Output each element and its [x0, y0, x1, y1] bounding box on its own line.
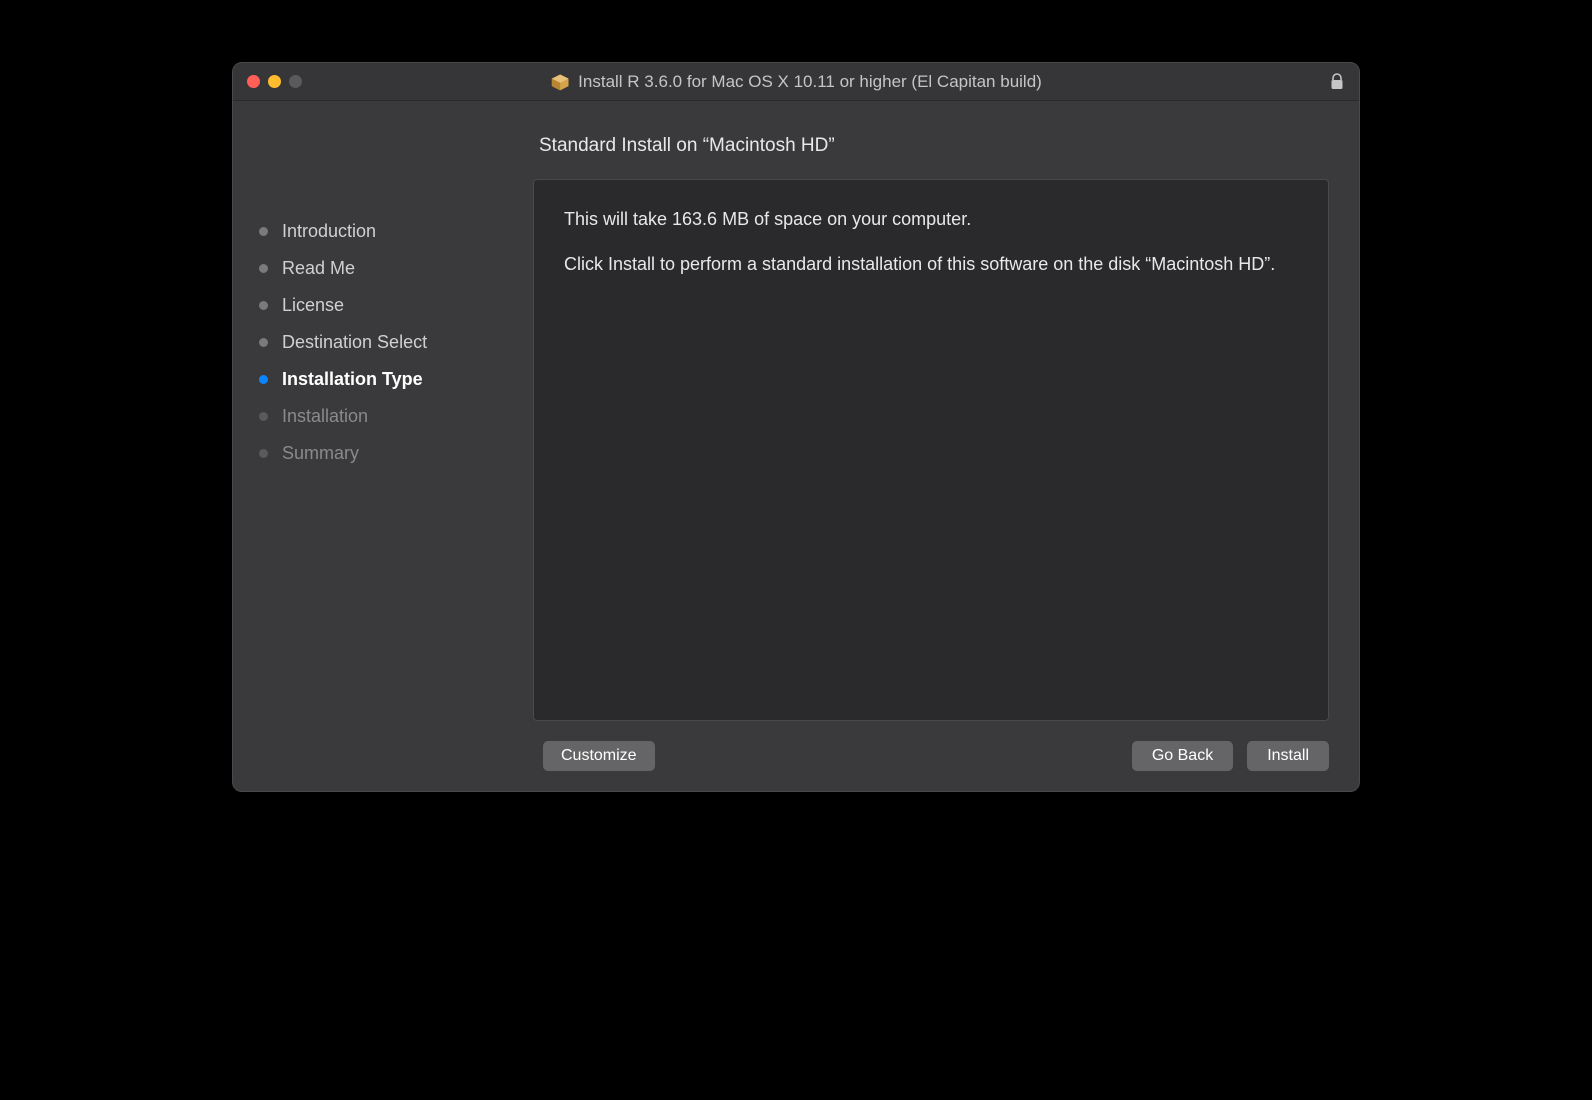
step-installation: Installation	[259, 406, 533, 427]
content-row: Introduction Read Me License Destination…	[233, 101, 1359, 721]
step-label: Installation	[282, 406, 368, 427]
step-label: Read Me	[282, 258, 355, 279]
customize-button[interactable]: Customize	[543, 741, 655, 771]
main-heading: Standard Install on “Macintosh HD”	[539, 135, 1329, 157]
window-title: Install R 3.6.0 for Mac OS X 10.11 or hi…	[550, 72, 1042, 92]
install-instruction-text: Click Install to perform a standard inst…	[564, 251, 1298, 278]
window-title-text: Install R 3.6.0 for Mac OS X 10.11 or hi…	[578, 72, 1042, 92]
bullet-icon	[259, 301, 268, 310]
content-box: This will take 163.6 MB of space on your…	[533, 179, 1329, 721]
button-row: Customize Go Back Install	[233, 721, 1359, 791]
step-installation-type: Installation Type	[259, 369, 533, 390]
bullet-icon	[259, 338, 268, 347]
bullet-icon	[259, 375, 268, 384]
step-label: Destination Select	[282, 332, 427, 353]
step-label: Summary	[282, 443, 359, 464]
close-button[interactable]	[247, 75, 260, 88]
bullet-icon	[259, 227, 268, 236]
traffic-lights	[247, 75, 302, 88]
window-body: Introduction Read Me License Destination…	[233, 101, 1359, 791]
package-icon	[550, 72, 570, 92]
bullet-icon	[259, 264, 268, 273]
install-button[interactable]: Install	[1247, 741, 1329, 771]
step-read-me: Read Me	[259, 258, 533, 279]
main-panel: Standard Install on “Macintosh HD” This …	[533, 101, 1359, 721]
step-label: Introduction	[282, 221, 376, 242]
installer-window: Install R 3.6.0 for Mac OS X 10.11 or hi…	[232, 62, 1360, 792]
step-introduction: Introduction	[259, 221, 533, 242]
bullet-icon	[259, 449, 268, 458]
step-summary: Summary	[259, 443, 533, 464]
titlebar: Install R 3.6.0 for Mac OS X 10.11 or hi…	[233, 63, 1359, 101]
step-license: License	[259, 295, 533, 316]
install-size-text: This will take 163.6 MB of space on your…	[564, 206, 1298, 233]
zoom-button[interactable]	[289, 75, 302, 88]
bullet-icon	[259, 412, 268, 421]
sidebar: Introduction Read Me License Destination…	[233, 101, 533, 721]
step-label: License	[282, 295, 344, 316]
go-back-button[interactable]: Go Back	[1132, 741, 1233, 771]
step-destination-select: Destination Select	[259, 332, 533, 353]
step-label: Installation Type	[282, 369, 423, 390]
minimize-button[interactable]	[268, 75, 281, 88]
lock-icon	[1329, 73, 1345, 91]
